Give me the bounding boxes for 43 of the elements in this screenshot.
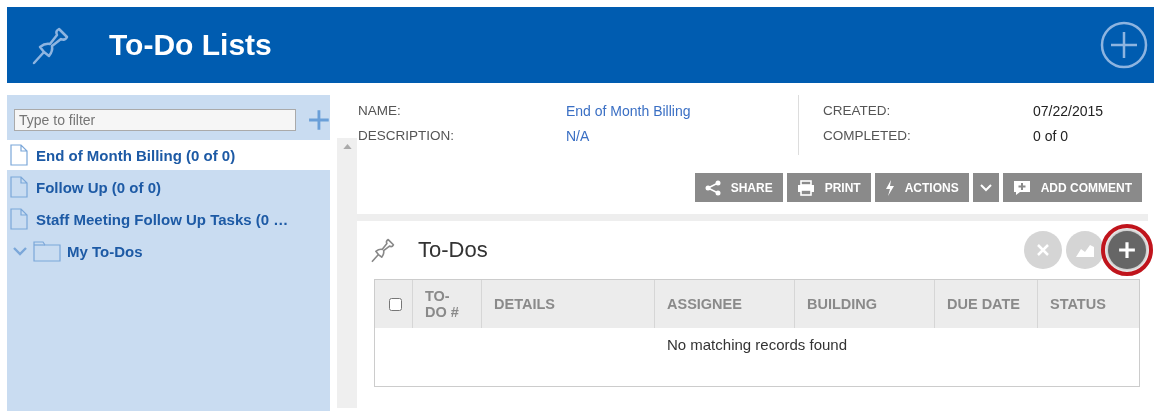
dropdown-button[interactable] (972, 173, 999, 202)
print-button[interactable]: PRINT (786, 173, 871, 202)
caret-icon (979, 183, 992, 192)
comment-icon (1012, 179, 1031, 196)
share-icon (704, 179, 721, 196)
add-icon[interactable] (1100, 21, 1148, 69)
column-header[interactable]: STATUS (1050, 296, 1106, 312)
select-all-checkbox[interactable] (389, 297, 402, 311)
actions-button[interactable]: ACTIONS (874, 173, 969, 202)
column-header[interactable]: TO- DO # (425, 288, 459, 320)
comment-button[interactable]: ADD COMMENT (1002, 173, 1142, 202)
field-label: NAME: (358, 103, 402, 120)
pushpin-icon (370, 237, 396, 263)
panel-title: To-Dos (418, 237, 489, 263)
chevron-icon[interactable] (13, 246, 27, 256)
scroll-up-icon[interactable] (342, 144, 352, 149)
column-header[interactable]: ASSIGNEE (667, 296, 742, 312)
field-value: N/A (566, 128, 590, 146)
field-label: CREATED: (823, 103, 892, 120)
lightning-icon (884, 179, 895, 196)
share-button[interactable]: SHARE (694, 173, 783, 202)
close-icon (1036, 243, 1050, 257)
empty-message: No matching records found (666, 336, 848, 353)
field-label: DESCRIPTION: (358, 128, 455, 145)
field-value: 07/22/2015 (1033, 103, 1104, 121)
scrollbar[interactable] (337, 138, 357, 408)
field-value: 0 of 0 (1033, 128, 1069, 146)
column-header[interactable]: BUILDING (807, 296, 878, 312)
document-icon (10, 176, 28, 198)
field-label: COMPLETED: (823, 128, 912, 145)
field-value: End of Month Billing (566, 103, 691, 121)
document-icon (10, 144, 28, 166)
area-chart-icon (1076, 243, 1094, 257)
column-header[interactable]: DETAILS (494, 296, 555, 312)
column-header[interactable]: DUE DATE (947, 296, 1021, 312)
document-icon (10, 208, 28, 230)
plus-icon (1118, 241, 1136, 259)
page-title: To-Do Lists (109, 28, 273, 62)
filter-field[interactable]: Type to filter (14, 109, 297, 131)
add-icon[interactable] (308, 109, 330, 131)
list-item[interactable]: End of Month Billing (0 of 0) (7, 140, 330, 170)
folder-icon (33, 240, 61, 262)
printer-icon (796, 179, 815, 196)
